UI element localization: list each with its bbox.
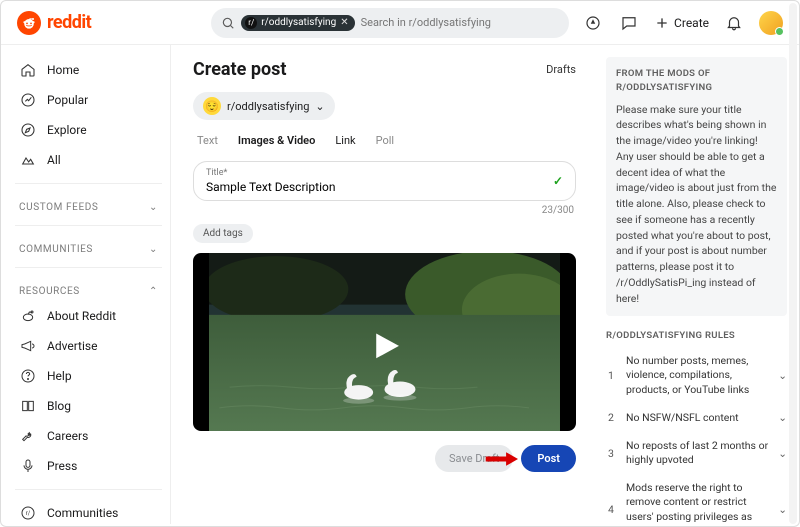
home-icon [19, 61, 37, 79]
sidebar-item-communities[interactable]: r/Communities [15, 498, 162, 524]
chevron-down-icon: ⌄ [778, 411, 787, 424]
search-scope-chip[interactable]: r/ r/oddlysatisfying ✕ [241, 15, 354, 31]
drafts-link[interactable]: Drafts [546, 63, 576, 76]
check-icon: ✓ [553, 174, 563, 188]
sidebar-item-label: Home [47, 63, 79, 77]
title-label: Title* [206, 168, 563, 178]
chevron-down-icon: ⌄ [149, 202, 158, 213]
rule-row[interactable]: 1 No number posts, memes, violence, compi… [606, 347, 787, 404]
popular-icon [19, 91, 37, 109]
left-sidebar: Home Popular Explore All CUSTOM FEEDS⌄ C… [1, 45, 171, 524]
sidebar-item-blog[interactable]: Blog [15, 391, 162, 421]
subreddit-icon: r/ [245, 17, 257, 29]
rule-row[interactable]: 2 No NSFW/NSFL content ⌄ [606, 404, 787, 432]
rule-number: 3 [606, 447, 616, 460]
search-scope-label: r/oddlysatisfying [261, 17, 336, 28]
sidebar-item-explore[interactable]: Explore [15, 115, 162, 145]
rule-text: No NSFW/NSFL content [626, 411, 768, 425]
sidebar-item-help[interactable]: Help [15, 361, 162, 391]
rule-text: Mods reserve the right to remove content… [626, 481, 768, 524]
title-input[interactable] [206, 178, 527, 194]
rule-text: No number posts, memes, violence, compil… [626, 354, 768, 397]
tab-poll[interactable]: Poll [376, 130, 395, 151]
section-communities[interactable]: COMMUNITIES⌄ [15, 234, 162, 259]
section-custom-feeds[interactable]: CUSTOM FEEDS⌄ [15, 192, 162, 217]
title-counter: 23/300 [195, 205, 574, 216]
communities-icon: r/ [19, 504, 37, 522]
brand-name: reddit [47, 12, 91, 33]
reddit-logo-icon [17, 11, 41, 35]
mod-notice-heading: FROM THE MODS OF R/ODDLYSATISFYING [616, 67, 777, 96]
search-bar[interactable]: r/ r/oddlysatisfying ✕ [211, 8, 569, 38]
chevron-up-icon: ⌃ [149, 286, 158, 297]
right-sidebar: FROM THE MODS OF R/ODDLYSATISFYING Pleas… [594, 45, 799, 524]
megaphone-icon [19, 337, 37, 355]
rules-heading: R/ODDLYSATISFYING RULES [606, 330, 787, 341]
sidebar-item-popular[interactable]: Popular [15, 85, 162, 115]
logo[interactable]: reddit [17, 11, 91, 35]
ads-icon[interactable] [582, 12, 604, 34]
notifications-icon[interactable] [723, 12, 745, 34]
search-input[interactable] [361, 16, 560, 29]
rule-number: 1 [606, 369, 616, 382]
chevron-down-icon: ⌄ [778, 503, 787, 516]
help-icon [19, 367, 37, 385]
all-icon [19, 151, 37, 169]
sidebar-item-advertise[interactable]: Advertise [15, 331, 162, 361]
chevron-down-icon: ⌄ [778, 369, 787, 382]
search-icon [221, 16, 235, 30]
wrench-icon [19, 427, 37, 445]
main-content: Create post Drafts 😌 r/oddlysatisfying ⌄… [171, 45, 594, 524]
avatar[interactable] [759, 11, 783, 35]
rule-row[interactable]: 4 Mods reserve the right to remove conten… [606, 474, 787, 524]
create-label: Create [674, 16, 709, 30]
book-icon [19, 397, 37, 415]
title-field[interactable]: Title* ✓ [193, 161, 576, 201]
sidebar-item-label: Popular [47, 93, 88, 107]
sidebar-item-press[interactable]: Press [15, 451, 162, 481]
sidebar-item-careers[interactable]: Careers [15, 421, 162, 451]
post-button[interactable]: Post [521, 445, 576, 472]
svg-text:r/: r/ [26, 510, 31, 517]
rule-number: 2 [606, 411, 616, 424]
page-title: Create post [193, 59, 286, 80]
chip-close-icon[interactable]: ✕ [340, 17, 348, 28]
explore-icon [19, 121, 37, 139]
tab-text[interactable]: Text [197, 130, 218, 151]
reddit-outline-icon [19, 307, 37, 325]
sidebar-item-all[interactable]: All [15, 145, 162, 175]
community-name: r/oddlysatisfying [227, 100, 309, 113]
chat-icon[interactable] [618, 12, 640, 34]
chevron-down-icon: ⌄ [778, 447, 787, 460]
create-button[interactable]: Create [654, 15, 709, 31]
rule-text: No reposts of last 2 months or highly up… [626, 439, 768, 467]
scrollbar[interactable] [789, 3, 797, 524]
rule-number: 4 [606, 503, 616, 516]
tab-link[interactable]: Link [335, 130, 355, 151]
mod-notice: FROM THE MODS OF R/ODDLYSATISFYING Pleas… [606, 57, 787, 316]
mod-notice-body: Please make sure your title describes wh… [616, 102, 777, 307]
plus-icon [654, 15, 670, 31]
rule-row[interactable]: 3 No reposts of last 2 months or highly u… [606, 432, 787, 474]
section-resources[interactable]: RESOURCES⌃ [15, 276, 162, 301]
chevron-down-icon: ⌄ [315, 100, 324, 113]
mic-icon [19, 457, 37, 475]
tab-images-video[interactable]: Images & Video [238, 130, 315, 151]
community-face-icon: 😌 [203, 97, 221, 115]
chevron-down-icon: ⌄ [149, 244, 158, 255]
video-thumbnail [209, 253, 560, 431]
add-tags-button[interactable]: Add tags [193, 224, 253, 243]
sidebar-item-home[interactable]: Home [15, 55, 162, 85]
sidebar-item-about[interactable]: About Reddit [15, 301, 162, 331]
community-selector[interactable]: 😌 r/oddlysatisfying ⌄ [193, 92, 335, 120]
video-preview[interactable] [193, 253, 576, 431]
sidebar-item-label: Explore [47, 123, 87, 137]
sidebar-item-label: All [47, 153, 61, 167]
save-draft-button[interactable]: Save Draft [435, 445, 513, 472]
